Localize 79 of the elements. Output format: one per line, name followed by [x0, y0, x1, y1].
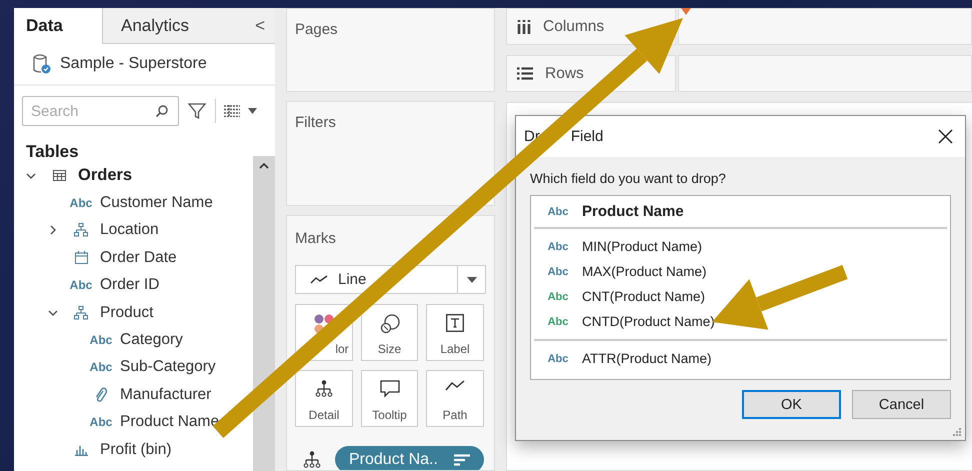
field-option[interactable]: MIN(Product Name) — [582, 239, 702, 254]
shelf-title: Filters — [295, 114, 336, 131]
collapse-button[interactable]: < — [207, 8, 275, 44]
dialog-prompt: Which field do you want to drop? — [530, 171, 727, 186]
scroll-up-icon[interactable] — [259, 162, 269, 169]
mark-property-button[interactable]: Label — [426, 304, 484, 361]
path-line-icon — [445, 380, 465, 392]
mark-property-button[interactable]: Path — [426, 370, 484, 427]
field-item[interactable]: Manufacturer — [120, 386, 212, 404]
field-item[interactable]: Product — [100, 304, 154, 322]
line-icon — [310, 274, 328, 284]
type-label: Abc — [546, 352, 570, 364]
type-label: Abc — [90, 333, 112, 348]
dropdown-caret-icon[interactable] — [248, 108, 257, 114]
detail-tree-icon — [315, 380, 333, 398]
type-label: Abc — [546, 206, 570, 218]
scrollbar[interactable] — [253, 156, 275, 471]
field-item[interactable]: Category — [120, 331, 183, 350]
sidebar-tab[interactable]: Analytics — [102, 8, 208, 44]
field-option[interactable]: MAX(Product Name) — [582, 264, 707, 279]
shelf-title: Rows — [545, 64, 584, 82]
search-icon — [155, 104, 169, 118]
chevron-right-icon[interactable] — [48, 225, 58, 236]
datasource-name: Sample - Superstore — [60, 55, 207, 73]
shelf-title: Pages — [295, 21, 338, 38]
search-field[interactable]: Search — [22, 96, 179, 126]
sort-icon — [454, 454, 470, 466]
field-item[interactable]: Profit (bin) — [100, 440, 172, 459]
field-item[interactable]: Sub-Category — [120, 358, 216, 376]
type-label: Abc — [546, 316, 570, 328]
field-item[interactable]: Product Name — [120, 413, 220, 432]
field-option[interactable]: Product Name — [582, 203, 684, 220]
dialog-button[interactable]: Cancel — [852, 390, 951, 419]
field-item[interactable]: Customer Name — [100, 194, 213, 212]
filter-icon[interactable] — [187, 101, 207, 121]
field-pill[interactable]: Product Na.. — [335, 446, 484, 470]
field-item[interactable]: Location — [100, 221, 159, 240]
type-label: Abc — [546, 266, 570, 278]
hierarchy-icon — [74, 306, 88, 320]
paperclip-icon — [95, 386, 107, 403]
database-icon — [32, 53, 52, 75]
field-option[interactable]: CNTD(Product Name) — [582, 314, 715, 329]
field-item[interactable]: Order Date — [100, 248, 177, 267]
drop-marker-icon — [681, 8, 691, 15]
dialog-title: Field — [570, 128, 604, 145]
speech-bubble-icon — [380, 380, 400, 398]
close-icon[interactable] — [938, 129, 953, 144]
columns-icon — [517, 20, 531, 34]
mark-property-button[interactable]: Tooltip — [361, 370, 418, 427]
calendar-icon — [74, 251, 88, 264]
rows-icon — [517, 67, 533, 80]
resize-grip-icon[interactable] — [952, 427, 961, 436]
size-circles-icon — [380, 314, 400, 334]
tables-heading: Tables — [25, 141, 80, 162]
chevron-down-icon[interactable] — [48, 308, 58, 318]
field-item[interactable]: Orders — [78, 166, 132, 186]
detail-tree-icon — [303, 450, 321, 468]
dropdown-caret-icon — [466, 276, 476, 282]
shelf-title: Columns — [543, 18, 604, 36]
field-option[interactable]: CNT(Product Name) — [582, 289, 706, 304]
histogram-icon — [74, 444, 88, 456]
type-label: Abc — [546, 240, 570, 252]
type-label: Abc — [90, 360, 112, 374]
list-view-icon[interactable] — [224, 105, 240, 117]
field-option[interactable]: ATTR(Product Name) — [582, 351, 712, 366]
dialog-button[interactable]: OK — [742, 390, 841, 419]
mark-property-button[interactable]: Size — [361, 304, 418, 361]
hierarchy-icon — [74, 223, 88, 238]
color-dots-icon — [314, 314, 334, 334]
chevron-down-icon[interactable] — [26, 170, 36, 181]
marks-title: Marks — [295, 230, 337, 247]
type-label: Abc — [90, 415, 112, 430]
field-item[interactable]: Order ID — [100, 276, 160, 294]
type-label: Abc — [546, 290, 570, 302]
type-label: Abc — [70, 196, 92, 210]
mark-property-button[interactable]: Detail — [295, 370, 353, 427]
text-label-icon — [446, 314, 464, 332]
type-label: Abc — [70, 278, 92, 292]
table-icon — [52, 170, 66, 182]
